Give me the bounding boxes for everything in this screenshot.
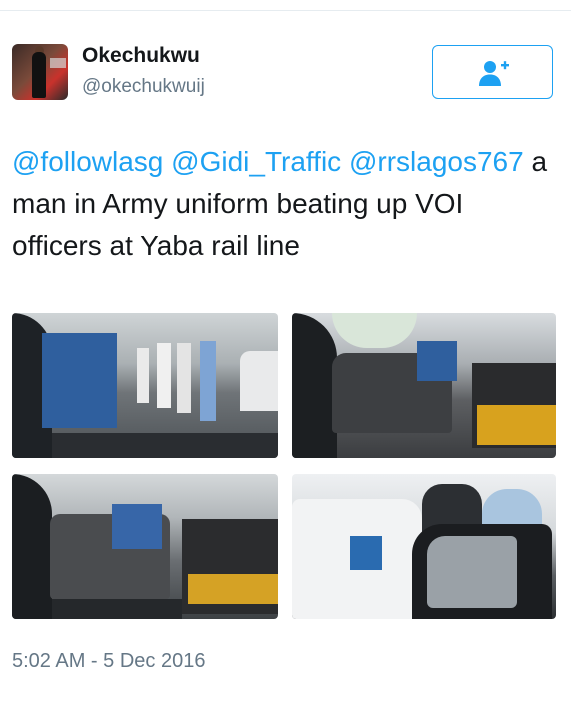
mention-link[interactable]: @Gidi_Traffic (171, 146, 341, 177)
tweet-photo-4[interactable] (292, 474, 556, 619)
tweet-photo-3[interactable] (12, 474, 278, 619)
author-avatar[interactable] (12, 44, 68, 100)
author-handle[interactable]: @okechukwuij (82, 76, 205, 98)
tweet-text: @followlasg @Gidi_Traffic @rrslagos767 a… (12, 141, 560, 267)
mention-link[interactable]: @followlasg (12, 146, 163, 177)
tweet-timestamp[interactable]: 5:02 AM - 5 Dec 2016 (12, 650, 205, 673)
tweet-photo-2[interactable] (292, 313, 556, 458)
tweet-photo-1[interactable] (12, 313, 278, 458)
follow-user-plus-icon (479, 61, 509, 86)
author-display-name[interactable]: Okechukwu (82, 44, 200, 68)
follow-button[interactable] (432, 45, 553, 99)
top-divider (0, 10, 571, 11)
mention-link[interactable]: @rrslagos767 (349, 146, 524, 177)
